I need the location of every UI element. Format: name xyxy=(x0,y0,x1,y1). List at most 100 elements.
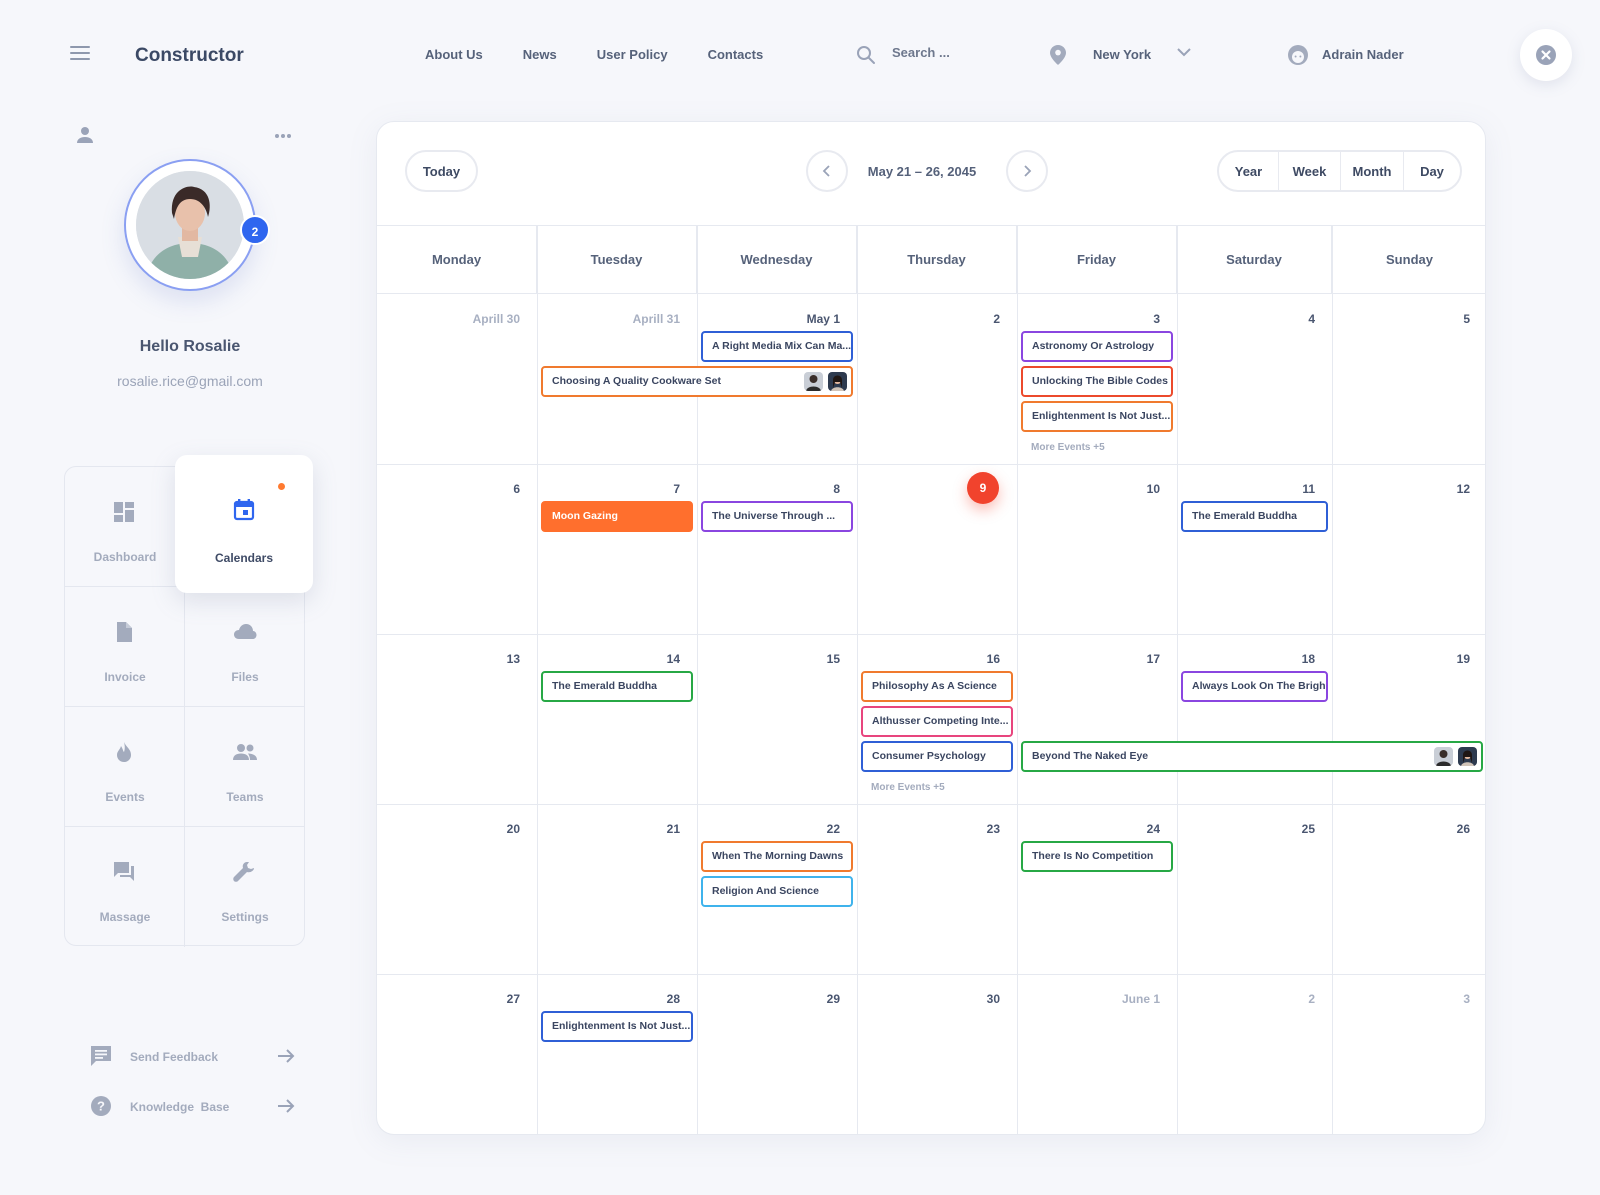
location-select[interactable]: New York xyxy=(1093,47,1151,62)
sidebar-item-calendars[interactable]: Calendars xyxy=(175,455,313,593)
day-number: 17 xyxy=(1146,652,1160,666)
event-chip[interactable]: Unlocking The Bible Codes xyxy=(1021,366,1173,397)
sidebar-item-label: Dashboard xyxy=(93,550,157,564)
event-title: Beyond The Naked Eye xyxy=(1032,750,1149,762)
user-face-icon[interactable] xyxy=(1287,44,1309,66)
event-chip[interactable]: Moon Gazing xyxy=(541,501,693,532)
sidebar-menu: Dashboard Calendars Invoice Files Events… xyxy=(64,455,313,947)
knowledge-base-link[interactable]: ? Knowledge Base xyxy=(90,1095,295,1119)
wrench-icon xyxy=(233,861,255,883)
user-name[interactable]: Adrain Nader xyxy=(1322,47,1404,62)
feedback-icon xyxy=(90,1045,112,1067)
sidebar-item-label: Calendars xyxy=(214,551,274,565)
avatar[interactable] xyxy=(136,171,244,279)
sidebar-item-teams[interactable]: Teams xyxy=(185,707,305,827)
day-number: 8 xyxy=(833,482,840,496)
sidebar-item-label: Settings xyxy=(221,910,269,924)
day-number: 3 xyxy=(1463,992,1470,1006)
sidebar-item-events[interactable]: Events xyxy=(65,707,185,827)
event-chip[interactable]: A Right Media Mix Can Ma... xyxy=(701,331,853,362)
day-number: 2 xyxy=(1308,992,1315,1006)
close-button[interactable] xyxy=(1520,29,1572,81)
event-chip[interactable]: The Universe Through ... xyxy=(701,501,853,532)
event-title: A Right Media Mix Can Ma... xyxy=(712,340,852,352)
prev-week-button[interactable] xyxy=(806,150,848,192)
sidebar-item-label: Events xyxy=(105,790,145,804)
view-month-button[interactable]: Month xyxy=(1341,152,1404,190)
weekday-friday: Friday xyxy=(1017,226,1177,294)
event-chip[interactable]: There Is No Competition xyxy=(1021,841,1173,872)
event-title: When The Morning Dawns xyxy=(712,850,844,862)
chevron-down-icon[interactable] xyxy=(1177,48,1191,57)
help-icon: ? xyxy=(90,1095,112,1117)
event-chip[interactable]: Religion And Science xyxy=(701,876,853,907)
nav-contacts[interactable]: Contacts xyxy=(708,47,764,62)
dashboard-icon xyxy=(113,501,135,523)
active-indicator xyxy=(278,483,285,490)
search-icon[interactable] xyxy=(856,45,876,65)
sidebar-item-massage[interactable]: Massage xyxy=(65,827,185,947)
chat-icon xyxy=(113,861,135,883)
weekday-header: Monday Tuesday Wednesday Thursday Friday Satu… xyxy=(377,226,1485,294)
profile-icon[interactable] xyxy=(76,126,94,144)
event-chip[interactable]: Consumer Psychology xyxy=(861,741,1013,772)
day-number: 2 xyxy=(993,312,1000,326)
day-number: 15 xyxy=(826,652,840,666)
nav-about-us[interactable]: About Us xyxy=(425,47,483,62)
event-chip[interactable]: Choosing A Quality Cookware Set xyxy=(541,366,853,397)
day-number: 20 xyxy=(506,822,520,836)
send-feedback-link[interactable]: Send Feedback xyxy=(90,1045,295,1069)
day-number: 11 xyxy=(1302,482,1315,496)
event-title: Moon Gazing xyxy=(552,510,618,522)
event-chip[interactable]: Philosophy As A Science xyxy=(861,671,1013,702)
event-chip[interactable]: Astronomy Or Astrology xyxy=(1021,331,1173,362)
attendee-avatar[interactable] xyxy=(1434,747,1453,766)
event-title: Enlightenment Is Not Just... xyxy=(1032,410,1171,422)
sidebar-item-invoice[interactable]: Invoice xyxy=(65,587,185,707)
day-number: 22 xyxy=(826,822,840,836)
event-chip[interactable]: The Emerald Buddha xyxy=(541,671,693,702)
day-number: 10 xyxy=(1146,482,1160,496)
attendee-avatar[interactable] xyxy=(1458,747,1477,766)
next-week-button[interactable] xyxy=(1006,150,1048,192)
sidebar-item-files[interactable]: Files xyxy=(185,587,305,707)
event-chip[interactable]: The Emerald Buddha xyxy=(1181,501,1328,532)
more-events-link[interactable]: More Events +5 xyxy=(871,782,945,793)
more-events-link[interactable]: More Events +5 xyxy=(1031,442,1105,453)
more-options-icon[interactable] xyxy=(274,133,292,139)
event-chip[interactable]: Enlightenment Is Not Just... xyxy=(1021,401,1173,432)
view-week-button[interactable]: Week xyxy=(1279,152,1341,190)
sidebar-item-settings[interactable]: Settings xyxy=(185,827,305,947)
day-number: 6 xyxy=(513,482,520,496)
sidebar-item-label: Massage xyxy=(99,910,151,924)
event-chip[interactable]: Althusser Competing Inte... xyxy=(861,706,1013,737)
today-day-marker[interactable]: 9 xyxy=(967,472,999,504)
arrow-right-icon xyxy=(277,1049,295,1063)
weekday-sunday: Sunday xyxy=(1386,252,1433,267)
sidebar-item-dashboard[interactable]: Dashboard xyxy=(65,467,185,587)
day-number: 13 xyxy=(506,652,520,666)
event-chip[interactable]: Always Look On The Brigh... xyxy=(1181,671,1328,702)
search-input[interactable] xyxy=(892,45,1002,60)
event-chip[interactable]: When The Morning Dawns xyxy=(701,841,853,872)
calendar-icon xyxy=(233,499,255,521)
event-title: The Emerald Buddha xyxy=(1192,510,1298,522)
today-button[interactable]: Today xyxy=(405,150,478,192)
teams-icon xyxy=(233,741,257,763)
view-day-button[interactable]: Day xyxy=(1404,152,1460,190)
arrow-right-icon xyxy=(277,1099,295,1113)
nav-news[interactable]: News xyxy=(523,47,557,62)
flame-icon xyxy=(113,741,135,763)
sidebar-item-label: Files xyxy=(231,670,259,684)
attendee-avatar[interactable] xyxy=(828,372,847,391)
weekday-tuesday: Tuesday xyxy=(537,226,697,294)
nav-user-policy[interactable]: User Policy xyxy=(597,47,668,62)
event-chip[interactable]: Enlightenment Is Not Just... xyxy=(541,1011,693,1042)
event-chip[interactable]: Beyond The Naked Eye xyxy=(1021,741,1483,772)
event-attendees xyxy=(799,372,847,391)
view-year-button[interactable]: Year xyxy=(1219,152,1279,190)
attendee-avatar[interactable] xyxy=(804,372,823,391)
menu-icon[interactable] xyxy=(70,46,90,62)
notification-badge[interactable]: 2 xyxy=(240,215,270,245)
chevron-right-icon xyxy=(1024,165,1032,177)
